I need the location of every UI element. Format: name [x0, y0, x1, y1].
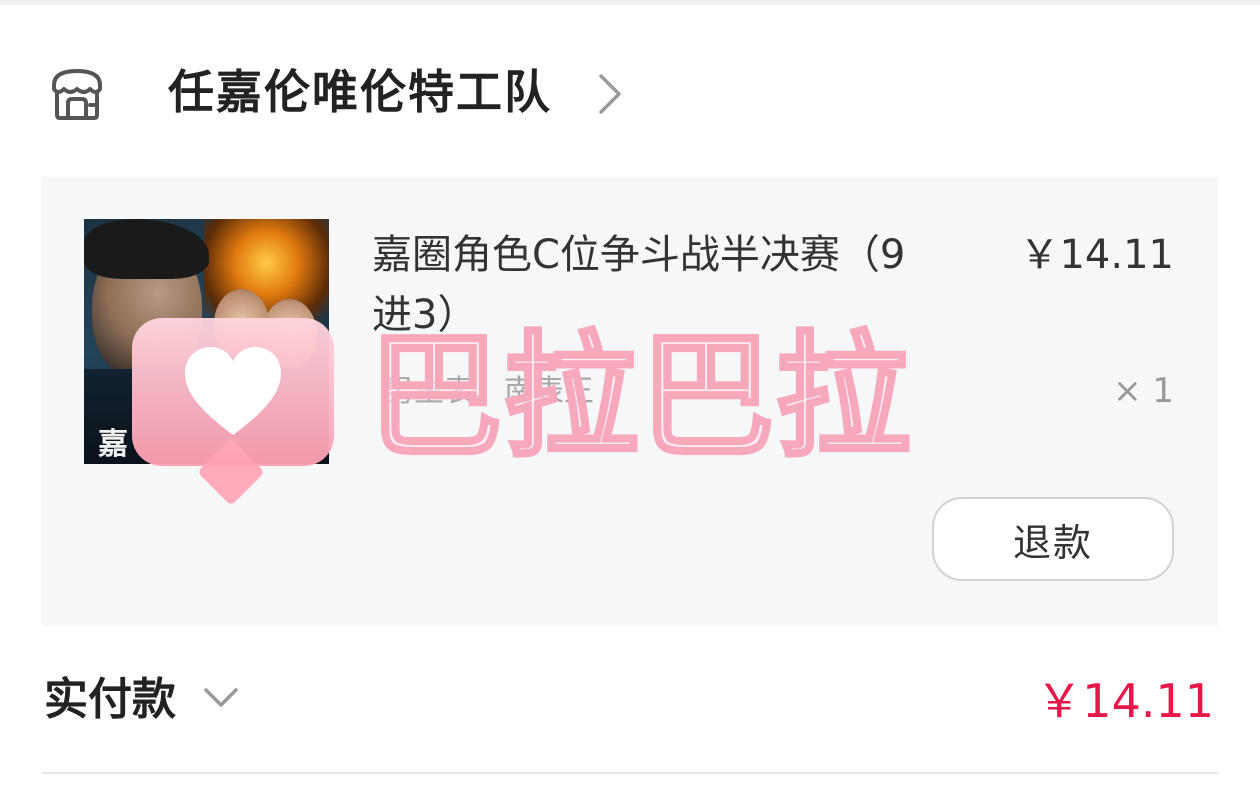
thumbnail-caption: 嘉 [98, 427, 128, 462]
heart-icon [185, 347, 281, 435]
payment-label: 实付款 [44, 674, 176, 725]
payment-row[interactable]: 实付款 ￥14.11 [0, 650, 1260, 750]
refund-button[interactable]: 退款 [932, 497, 1174, 581]
shop-name[interactable]: 任嘉伦唯伦特工队 [168, 62, 552, 122]
item-price: ￥14.11 [1019, 232, 1174, 278]
bottom-divider [42, 772, 1218, 774]
chevron-right-icon[interactable] [595, 72, 625, 116]
shop-header[interactable]: 任嘉伦唯伦特工队 [0, 40, 1260, 150]
chevron-down-icon[interactable] [203, 684, 239, 712]
payment-amount: ￥14.11 [1036, 674, 1214, 728]
top-divider [0, 0, 1260, 5]
storefront-icon [52, 69, 102, 120]
thumbnail-hair [84, 219, 209, 279]
watermark-text: 巴拉巴拉 [366, 319, 913, 475]
item-quantity: × 1 [1113, 371, 1174, 411]
